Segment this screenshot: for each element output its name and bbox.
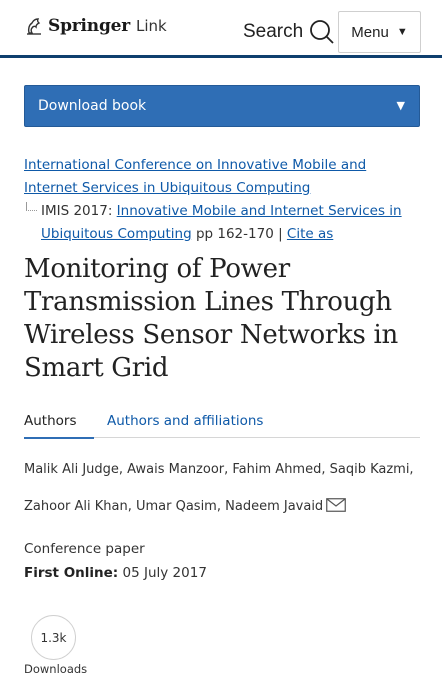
chevron-down-icon: ▼: [396, 26, 408, 38]
author-list: Malik Ali Judge, Awais Manzoor, Fahim Ah…: [24, 451, 424, 525]
corresponding-author[interactable]: Nadeem Javaid: [225, 499, 323, 514]
download-book-label: Download book: [38, 98, 147, 114]
logo-sub-text: Link: [136, 17, 167, 35]
springer-horse-icon: [27, 18, 41, 35]
authors-line-2: Zahoor Ali Khan, Umar Qasim, Nadeem Java…: [24, 488, 424, 525]
first-online: First Online: 05 July 2017: [24, 565, 207, 581]
proceedings-line: IMIS 2017: Innovative Mobile and Interne…: [24, 200, 420, 245]
page-range: pp 162-170 |: [191, 225, 287, 242]
menu-label: Menu: [351, 23, 389, 41]
cite-as-link[interactable]: Cite as: [287, 226, 333, 242]
authors-line-2-text: Zahoor Ali Khan, Umar Qasim,: [24, 499, 221, 514]
chevron-down-icon: ▼: [396, 99, 405, 112]
logo-brand-text: Springer: [48, 16, 130, 36]
proceedings-prefix: IMIS 2017:: [41, 203, 117, 219]
search-button[interactable]: Search: [243, 19, 335, 45]
page-title: Monitoring of Power Transmission Lines T…: [24, 254, 398, 383]
search-label: Search: [243, 21, 304, 42]
downloads-label: Downloads: [24, 662, 88, 676]
author-tabs: Authors Authors and affiliations: [24, 410, 420, 439]
conference-breadcrumb: International Conference on Innovative M…: [24, 154, 420, 199]
first-online-label: First Online:: [24, 565, 119, 581]
site-header: Springer Link Search Menu ▼: [0, 0, 442, 58]
download-book-button[interactable]: Download book ▼: [24, 85, 420, 127]
first-online-date: 05 July 2017: [122, 565, 207, 581]
email-icon[interactable]: [326, 497, 347, 512]
tab-authors[interactable]: Authors: [24, 413, 94, 439]
menu-button[interactable]: Menu ▼: [338, 11, 421, 53]
downloads-count-badge: 1.3k: [31, 615, 76, 660]
search-icon: [310, 20, 334, 44]
tree-connector-icon: [26, 202, 37, 211]
conference-link[interactable]: International Conference on Innovative M…: [24, 157, 366, 196]
authors-line-1: Malik Ali Judge, Awais Manzoor, Fahim Ah…: [24, 462, 414, 477]
tab-authors-and-affiliations[interactable]: Authors and affiliations: [107, 413, 263, 429]
downloads-count: 1.3k: [40, 630, 67, 645]
content-type: Conference paper: [24, 541, 145, 557]
springerlink-logo[interactable]: Springer Link: [24, 16, 167, 36]
